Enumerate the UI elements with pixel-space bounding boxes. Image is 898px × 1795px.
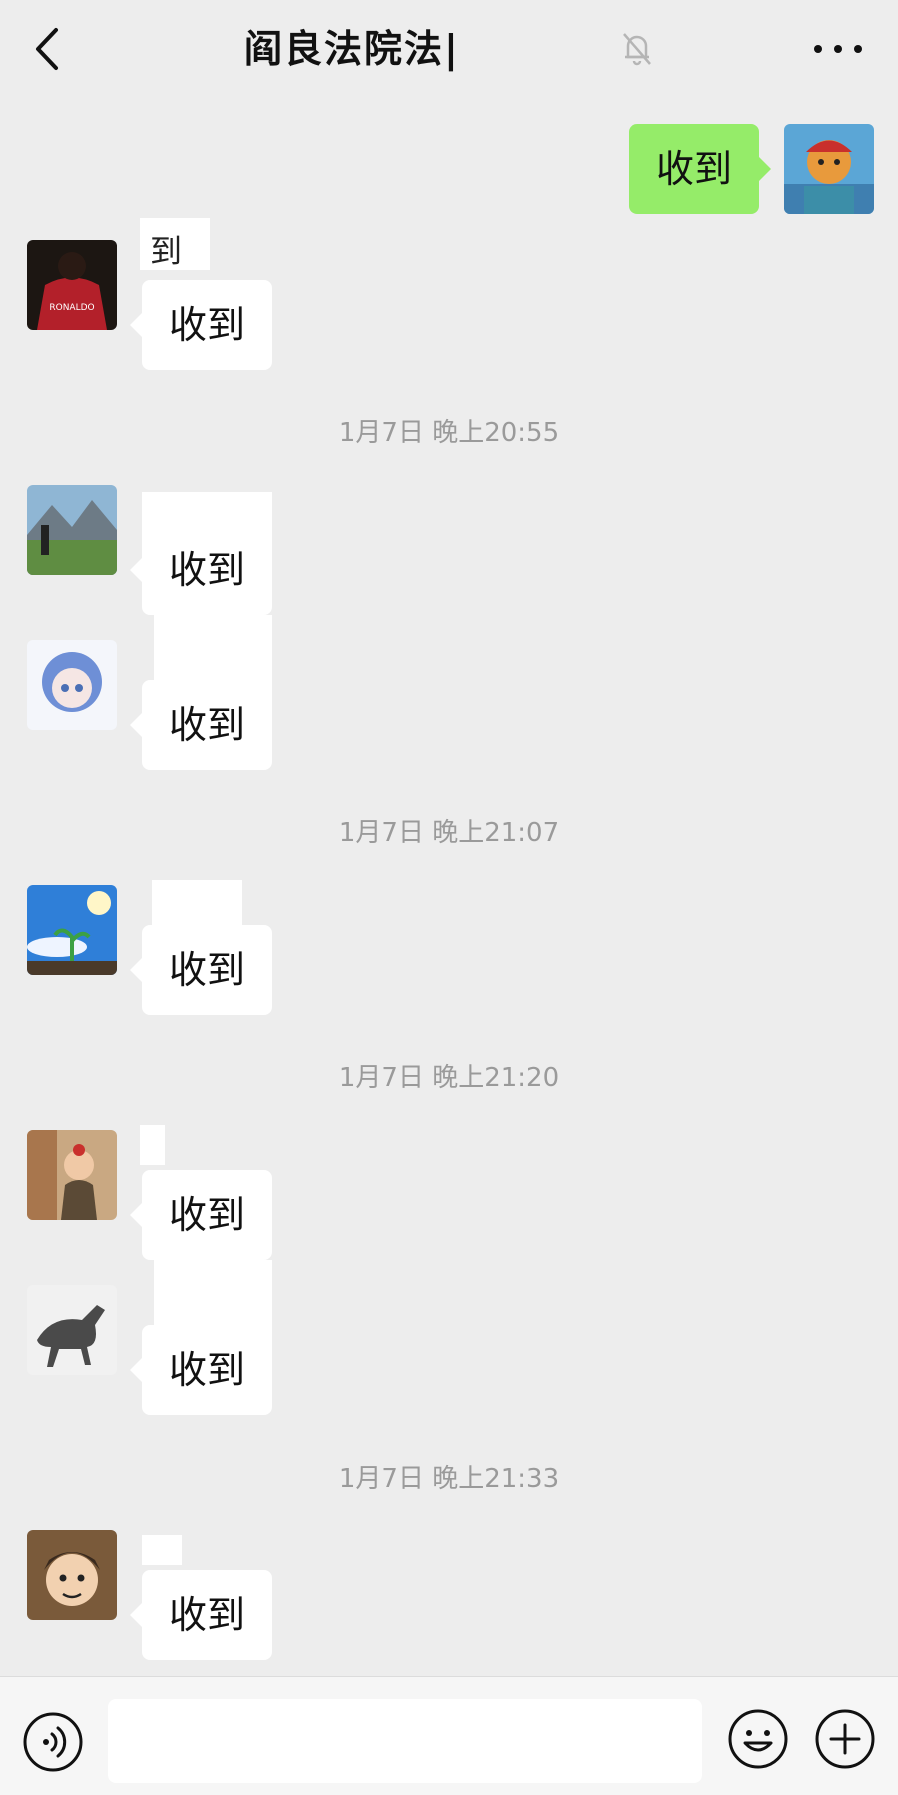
chat-title: 阎良法院法|: [244, 27, 460, 71]
svg-text:RONALDO: RONALDO: [49, 303, 94, 313]
plus-icon[interactable]: [813, 1707, 877, 1771]
message-timestamp: 1月7日 晚上21:33: [338, 1464, 560, 1494]
anime-boy-avatar-image: [27, 1530, 117, 1620]
sender-name-mask: [152, 880, 242, 928]
voice-icon[interactable]: [22, 1711, 84, 1773]
bell-off-icon: [623, 33, 651, 66]
sender-name-mask: [140, 1125, 165, 1165]
chat-header: 阎良法院法|: [0, 0, 898, 100]
message-input-bar: [0, 1676, 898, 1795]
child-photo-avatar-image: [27, 1130, 117, 1220]
message-input[interactable]: [108, 1699, 702, 1783]
sender-avatar[interactable]: [27, 1530, 117, 1620]
received-message-bubble[interactable]: 收到: [130, 680, 272, 770]
received-message-bubble[interactable]: 收到: [130, 925, 272, 1015]
sent-message-bubble[interactable]: 收到: [629, 124, 771, 214]
received-message-bubble[interactable]: 收到: [130, 1170, 272, 1260]
sky-sprout-avatar-image: [27, 885, 117, 975]
received-message-bubble[interactable]: 收到: [130, 1570, 272, 1660]
received-message-bubble[interactable]: 收到: [130, 1325, 272, 1415]
my-avatar[interactable]: [784, 124, 874, 214]
message-timestamp: 1月7日 晚上20:55: [338, 418, 560, 448]
football-player-avatar-image: RONALDO: [27, 240, 117, 330]
tiger-cartoon-avatar-image: [784, 124, 874, 214]
chevron-left-icon[interactable]: [26, 22, 74, 76]
received-message-bubble[interactable]: 收到: [130, 280, 272, 370]
sender-name-fragment: 到: [150, 232, 183, 270]
horse-ink-avatar-image: [27, 1285, 117, 1375]
more-dots-icon[interactable]: [810, 34, 866, 64]
sender-avatar[interactable]: [27, 885, 117, 975]
emoji-icon[interactable]: [726, 1707, 790, 1771]
received-message-bubble[interactable]: 收到: [130, 525, 272, 615]
sender-name-mask: [142, 1535, 182, 1565]
sender-avatar[interactable]: [27, 1130, 117, 1220]
sender-avatar[interactable]: [27, 1285, 117, 1375]
anime-girl-avatar-image: [27, 640, 117, 730]
message-timestamp: 1月7日 晚上21:07: [338, 818, 560, 848]
sender-avatar[interactable]: RONALDO: [27, 240, 117, 330]
mountain-landscape-avatar-image: [27, 485, 117, 575]
sender-avatar[interactable]: [27, 485, 117, 575]
sender-avatar[interactable]: [27, 640, 117, 730]
message-timestamp: 1月7日 晚上21:20: [338, 1063, 560, 1093]
